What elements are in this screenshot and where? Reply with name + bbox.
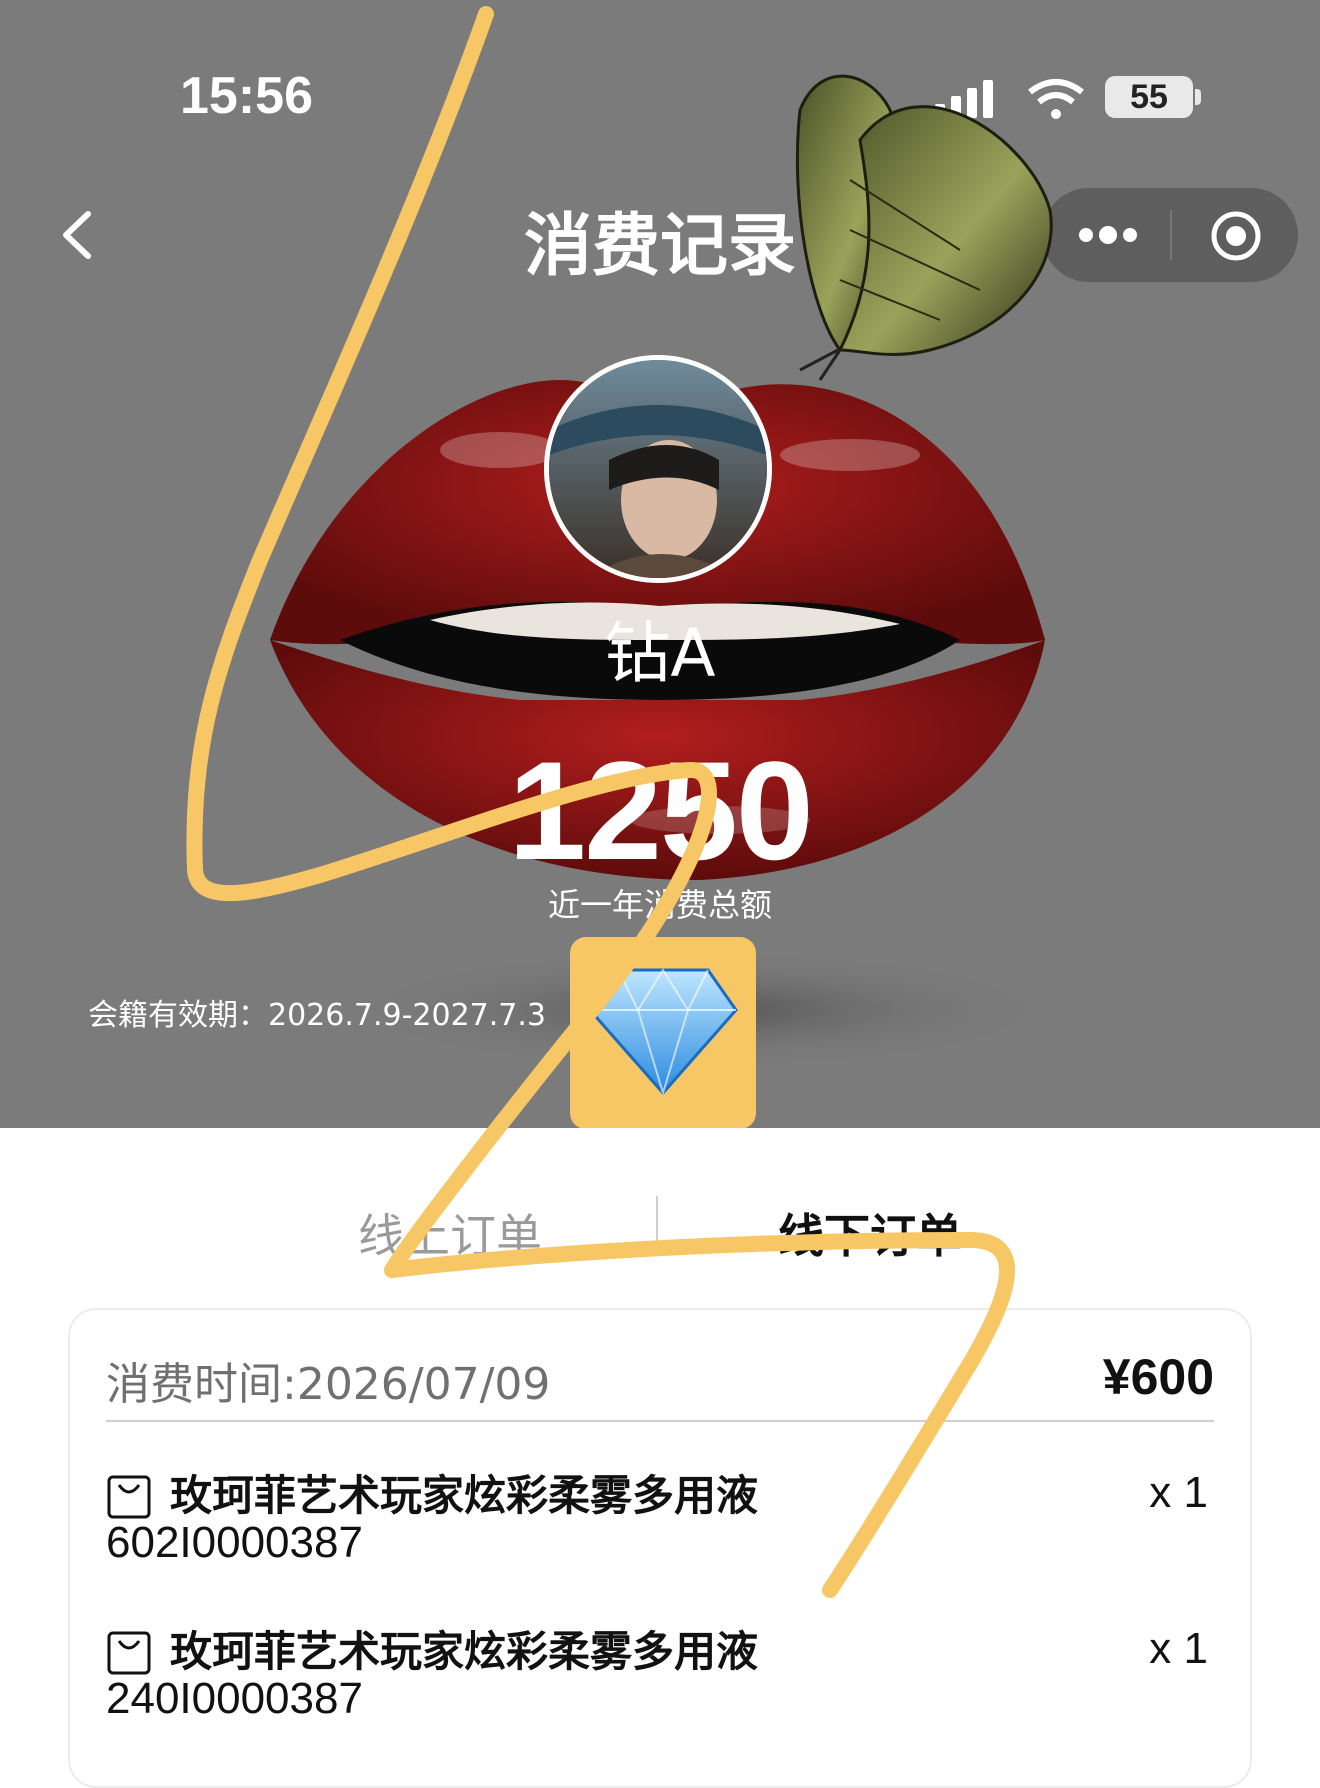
shopping-bag-icon: [107, 1631, 151, 1675]
order-card[interactable]: 消费时间:2026/07/09 ¥600 玫珂菲艺术玩家炫彩柔雾多用液 602I…: [68, 1308, 1252, 1788]
item-quantity: x 1: [1149, 1468, 1208, 1517]
tab-online-orders[interactable]: 线上订单: [300, 1200, 600, 1266]
item-name: 玫珂菲艺术玩家炫彩柔雾多用液: [170, 1627, 759, 1676]
member-level-badge: [570, 937, 756, 1128]
diamond-icon: [588, 968, 738, 1095]
avatar[interactable]: [544, 355, 772, 583]
order-total: ¥600: [1102, 1349, 1214, 1405]
more-icon[interactable]: [1078, 224, 1138, 246]
item-quantity: x 1: [1149, 1624, 1208, 1673]
avatar-image: [549, 360, 767, 578]
battery-icon: 55: [1105, 76, 1193, 118]
card-divider: [106, 1420, 1214, 1422]
order-item: 玫珂菲艺术玩家炫彩柔雾多用液 240I0000387 x 1: [106, 1616, 1214, 1736]
item-code: 602I0000387: [106, 1518, 363, 1567]
mini-program-capsule: [1042, 188, 1298, 282]
capsule-divider: [1170, 210, 1172, 260]
tab-divider: [656, 1196, 658, 1252]
order-time: 消费时间:2026/07/09: [106, 1359, 551, 1410]
target-icon[interactable]: [1210, 210, 1262, 262]
membership-validity: 会籍有效期：2026.7.9-2027.7.3: [88, 998, 547, 1033]
order-item: 玫珂菲艺术玩家炫彩柔雾多用液 602I0000387 x 1: [106, 1460, 1214, 1580]
battery-cap: [1195, 89, 1201, 105]
tab-offline-orders[interactable]: 线下订单: [720, 1200, 1020, 1266]
status-time: 15:56: [180, 67, 313, 125]
total-amount: 1250: [508, 732, 813, 889]
butterfly-image: [795, 74, 1053, 381]
shopping-bag-icon: [107, 1475, 151, 1519]
item-code: 240I0000387: [106, 1674, 363, 1723]
username: 钻A: [604, 615, 716, 692]
total-amount-label: 近一年消费总额: [547, 886, 772, 924]
profile-hero: 15:56 55 消费记录 钻A 1250 近一年消费总额 会籍有效期：2026…: [0, 0, 1320, 1128]
item-name: 玫珂菲艺术玩家炫彩柔雾多用液: [170, 1471, 759, 1520]
order-tabs: 线上订单 线下订单: [0, 1128, 1320, 1263]
